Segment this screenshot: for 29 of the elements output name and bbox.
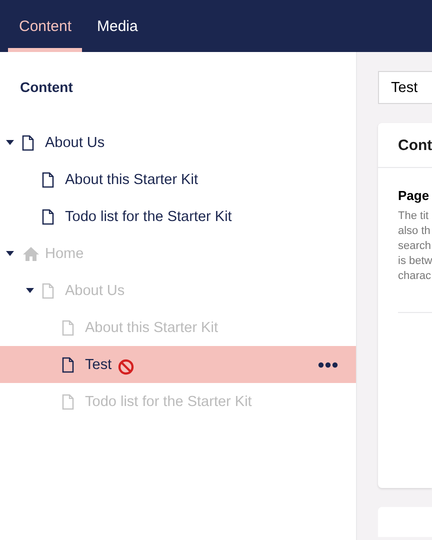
description-line: charac [398,269,432,284]
item-label: Todo list for the Starter Kit [85,394,252,410]
card-header: Cont [378,123,432,168]
description-line: search [398,239,432,254]
section-tab[interactable]: Media [86,0,149,52]
document-icon [62,394,74,410]
property-label: Page [398,188,430,203]
document-icon [42,208,54,224]
document-icon [42,282,54,298]
document-icon [22,134,34,150]
document-icon [42,172,54,188]
name-field[interactable]: Test [378,71,432,104]
description-line: The tit [398,209,429,224]
home-icon [22,246,40,262]
document-icon [62,320,74,336]
item-label: About Us [65,282,125,298]
item-label: About this Starter Kit [65,172,198,188]
tree-item[interactable]: About Us [0,124,356,161]
item-label: About this Starter Kit [85,320,218,336]
description-line: is betw [398,254,432,269]
item-label: Test [85,356,112,372]
item-label: Todo list for the Starter Kit [65,208,232,224]
item-label: About Us [45,134,105,150]
tree-item[interactable]: Todo list for the Starter Kit [0,198,356,235]
item-label: Home [45,246,84,262]
description-line: also th [398,224,430,239]
tree-item[interactable]: About this Starter Kit [0,161,356,198]
document-icon [62,356,74,372]
tree-title: Content [20,79,73,95]
